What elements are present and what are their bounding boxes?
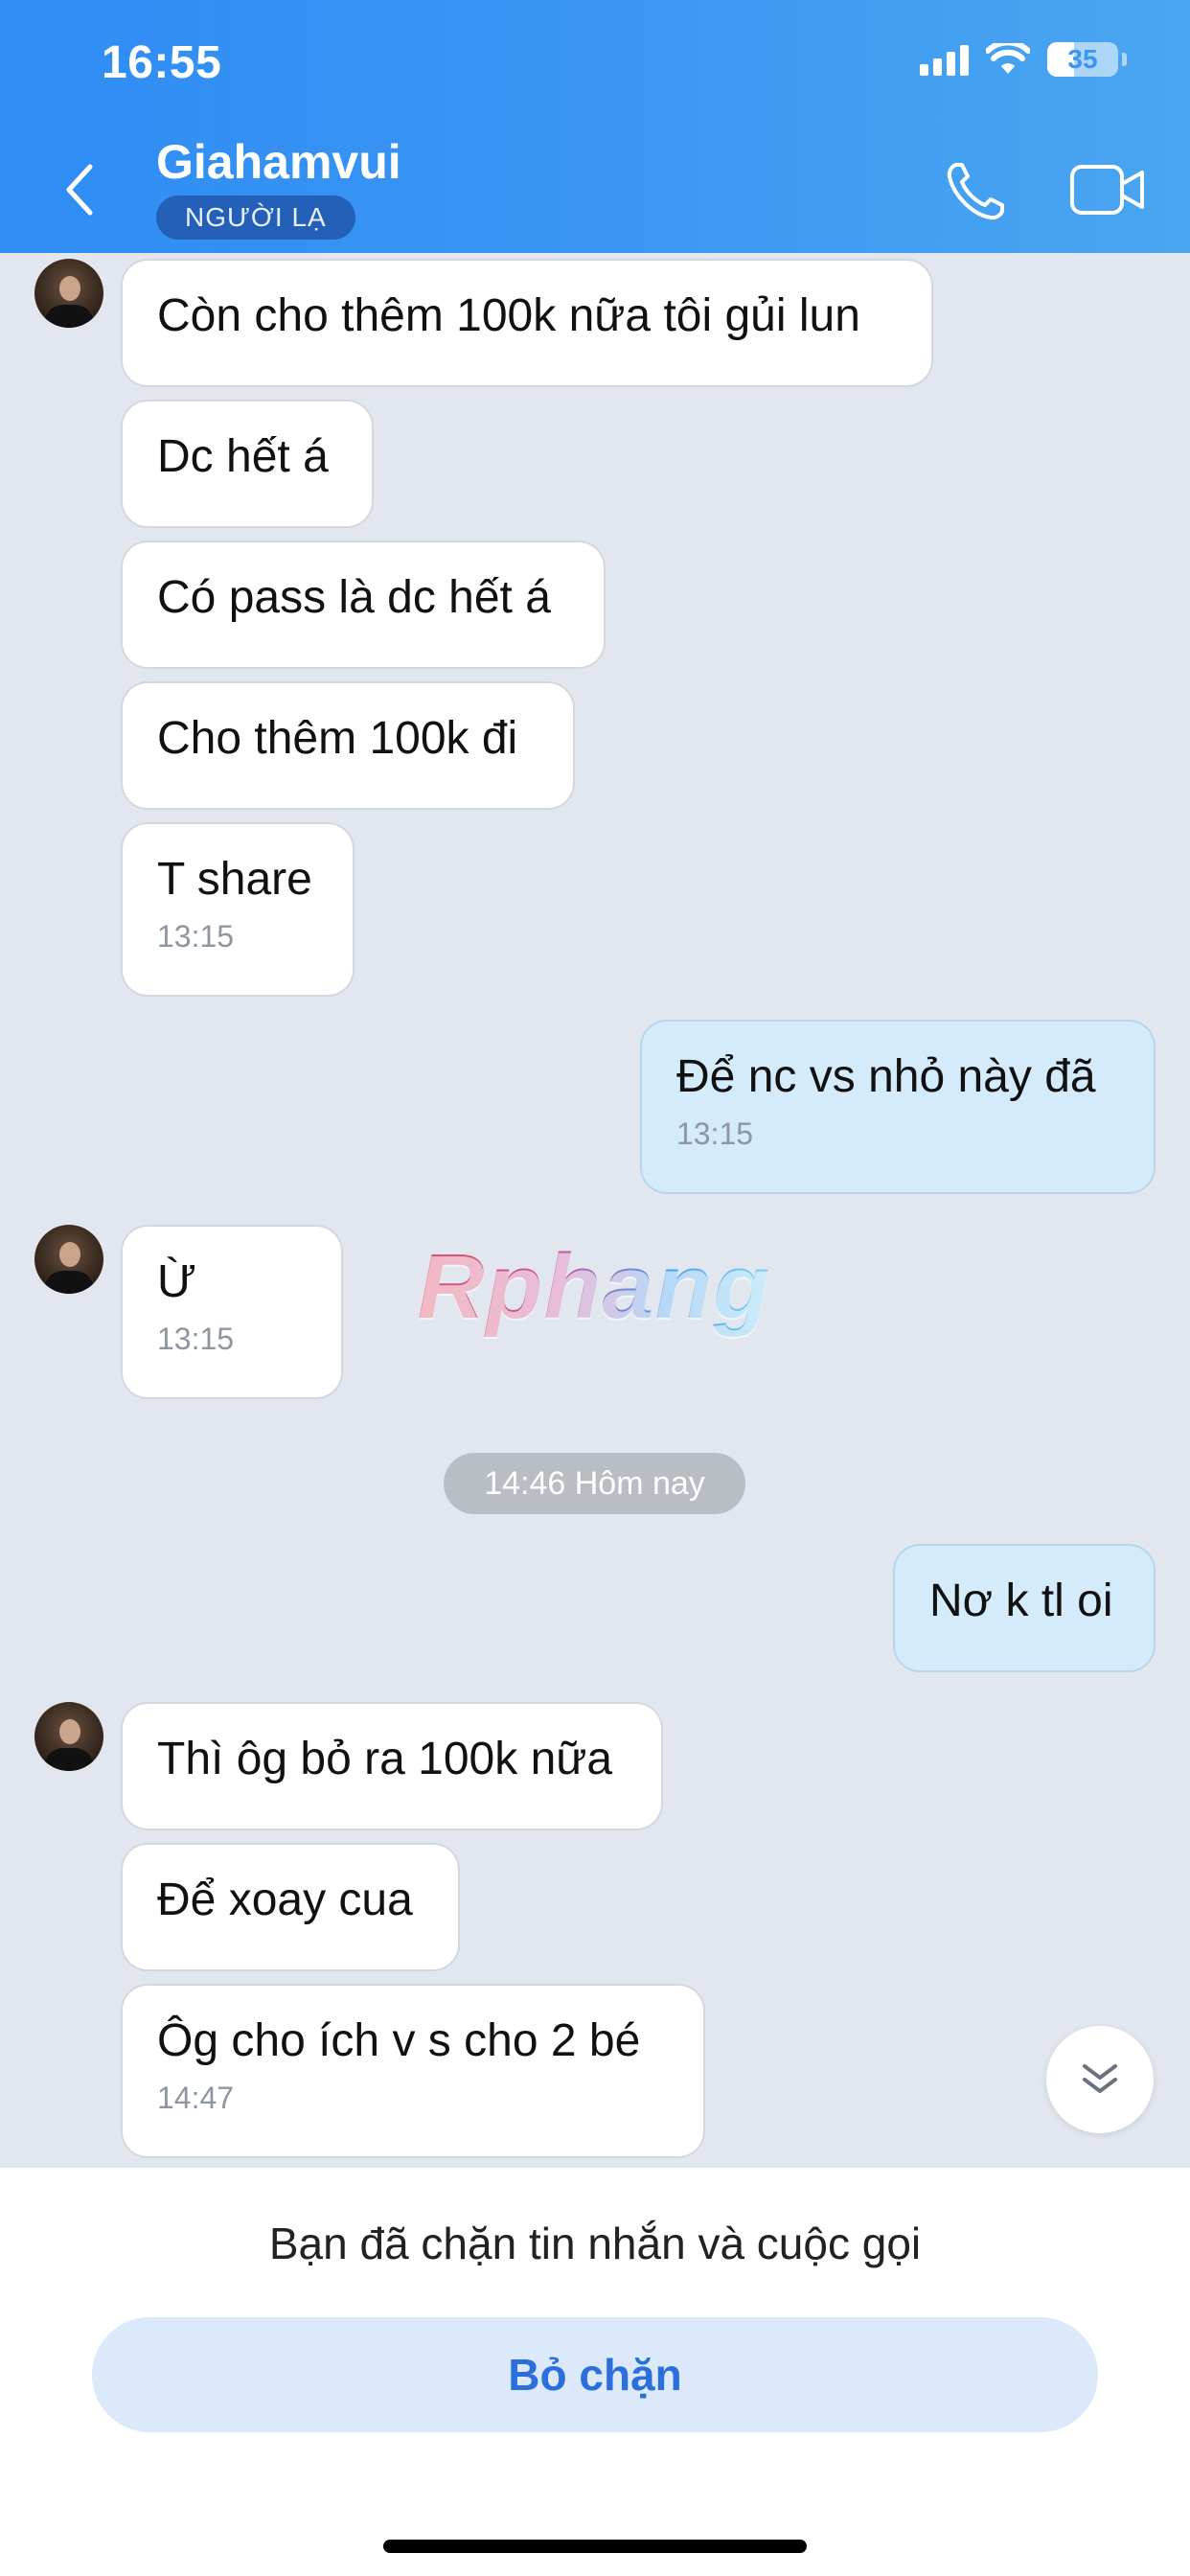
contact-name[interactable]: Giahamvui [156, 134, 401, 190]
wifi-icon [986, 43, 1030, 74]
message-incoming[interactable]: Để xoay cua [123, 1845, 458, 1969]
battery-icon: 35 [1047, 42, 1118, 77]
message-incoming[interactable]: Thì ôg bỏ ra 100k nữa [123, 1704, 661, 1828]
message-text: Để nc vs nhỏ này đã [676, 1051, 1096, 1102]
message-text: Thì ôg bỏ ra 100k nữa [157, 1734, 613, 1784]
home-indicator[interactable] [383, 2540, 807, 2553]
message-text: Nơ k tl oi [929, 1576, 1113, 1626]
status-time: 16:55 [102, 37, 222, 88]
chevron-double-down-icon [1083, 2064, 1117, 2093]
message-time: 13:15 [157, 919, 235, 954]
date-separator: 14:46 Hôm nay [444, 1453, 745, 1514]
message-incoming[interactable]: Dc hết á [123, 402, 372, 526]
message-outgoing[interactable]: Nơ k tl oi [895, 1546, 1154, 1670]
scroll-to-bottom-button[interactable] [1046, 2026, 1154, 2133]
message-outgoing[interactable]: Để nc vs nhỏ này đã 13:15 [642, 1022, 1154, 1192]
status-icons: 35 [920, 42, 1127, 77]
message-text: Có pass là dc hết á [157, 572, 551, 623]
message-incoming[interactable]: Cho thêm 100k đi [123, 683, 573, 808]
blocked-footer: Bạn đã chặn tin nhắn và cuộc gọi Bỏ chặn [0, 2168, 1190, 2576]
message-time: 13:15 [157, 1322, 235, 1356]
stranger-badge: NGƯỜI LẠ [156, 196, 355, 240]
blocked-notice: Bạn đã chặn tin nhắn và cuộc gọi [268, 2219, 922, 2268]
message-incoming[interactable]: Ừ 13:15 [123, 1227, 341, 1397]
message-text: Dc hết á [157, 431, 329, 482]
video-call-button[interactable] [1069, 161, 1146, 218]
contact-avatar[interactable] [34, 1702, 103, 1771]
watermark-logo: Rphang [418, 1235, 772, 1338]
message-text: Để xoay cua [157, 1874, 413, 1925]
battery-level: 35 [1067, 44, 1098, 74]
message-text: Ôg cho ích v s cho 2 bé [157, 2015, 641, 2066]
back-icon [66, 164, 93, 216]
message-text: Còn cho thêm 100k nữa tôi gủi lun [157, 290, 860, 341]
phone-icon [947, 163, 1004, 220]
message-incoming[interactable]: Ôg cho ích v s cho 2 bé 14:47 [123, 1986, 703, 2156]
message-text: T share [157, 854, 312, 905]
voice-call-button[interactable] [943, 157, 1010, 224]
message-incoming[interactable]: Có pass là dc hết á [123, 542, 604, 667]
message-text: Ừ [157, 1256, 196, 1307]
video-camera-icon [1070, 165, 1144, 215]
contact-avatar[interactable] [34, 1225, 103, 1294]
message-time: 13:15 [676, 1116, 754, 1151]
message-incoming[interactable]: T share 13:15 [123, 824, 353, 995]
message-text: Cho thêm 100k đi [157, 713, 518, 764]
unblock-button[interactable]: Bỏ chặn [92, 2317, 1098, 2432]
signal-icon [920, 43, 969, 76]
chat-header: 16:55 35 Giahamvui NGƯỜI LẠ [0, 0, 1190, 253]
contact-avatar[interactable] [34, 259, 103, 328]
message-incoming[interactable]: Còn cho thêm 100k nữa tôi gủi lun [123, 261, 931, 385]
message-time: 14:47 [157, 2081, 235, 2115]
back-button[interactable] [57, 161, 103, 218]
